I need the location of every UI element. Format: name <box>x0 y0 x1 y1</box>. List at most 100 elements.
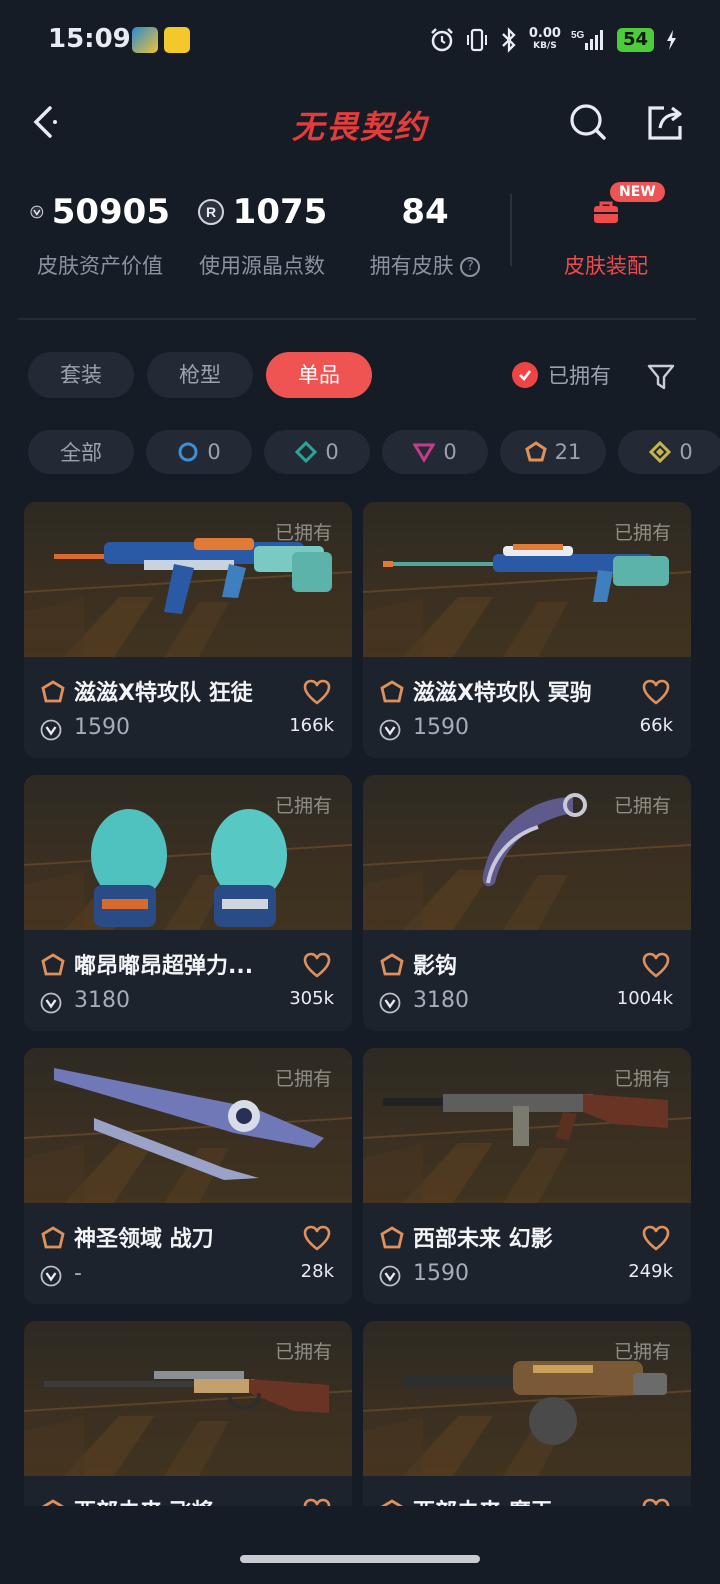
skin-name: 嘟昂嘟昂超弹力... <box>74 954 254 979</box>
radianite-points: 1075 <box>232 192 328 232</box>
tier-deluxe[interactable]: 0 <box>264 430 370 474</box>
home-indicator[interactable] <box>240 1555 480 1563</box>
exclusive-tier-icon <box>379 1225 405 1251</box>
asset-value: 50905 <box>51 192 170 232</box>
owned-skins-stat[interactable]: 84 拥有皮肤 ? <box>362 188 488 280</box>
skin-info: 神圣领域 战刀 - 28k <box>24 1203 352 1304</box>
deluxe-tier-icon <box>295 441 318 463</box>
category-tabs: 套装 枪型 单品 已拥有 <box>0 352 720 400</box>
owned-skins-count: 84 <box>401 192 449 232</box>
help-icon[interactable]: ? <box>460 257 481 277</box>
heart-icon[interactable] <box>641 677 671 707</box>
owned-skins-label: 拥有皮肤 ? <box>362 250 488 280</box>
page-title: 无畏契约 <box>291 108 428 146</box>
heart-icon[interactable] <box>302 950 332 980</box>
skin-name: 滋滋X特攻队 冥驹 <box>413 681 592 706</box>
app-notification-icon <box>132 27 158 53</box>
search-button[interactable] <box>566 100 610 144</box>
exclusive-tier-icon <box>40 679 66 705</box>
skin-price: 1590 <box>413 1261 469 1286</box>
owned-tag: 已拥有 <box>613 1068 671 1090</box>
tier-ultra[interactable]: 0 <box>618 430 720 474</box>
tab-suits[interactable]: 套装 <box>28 352 134 398</box>
filter-icon[interactable] <box>646 362 676 392</box>
skin-card[interactable]: 已拥有 影钩 3180 1004k <box>363 775 691 1031</box>
skin-image: 已拥有 <box>24 1321 352 1476</box>
tier-select-count: 0 <box>207 440 221 464</box>
valorant-points-icon <box>30 205 44 219</box>
skin-card[interactable]: 已拥有西部未来 魔王 <box>363 1321 691 1506</box>
skin-name: 西部未来 幻影 <box>413 1227 553 1252</box>
heart-icon[interactable] <box>641 1223 671 1253</box>
skin-card[interactable]: 已拥有 西部未来 幻影 1590 249k <box>363 1048 691 1304</box>
owned-skins-label-text: 拥有皮肤 <box>369 254 454 278</box>
tab-single-items[interactable]: 单品 <box>266 352 372 398</box>
valorant-points-icon <box>379 719 401 741</box>
valorant-points-icon <box>40 992 62 1014</box>
heart-icon[interactable] <box>302 1496 332 1506</box>
system-icons: 0.00 KB/S 5G 54 <box>429 24 678 56</box>
exclusive-tier-icon <box>379 952 405 978</box>
skin-likes: 66k <box>639 715 673 736</box>
asset-value-label: 皮肤资产价值 <box>37 254 163 278</box>
vibrate-icon <box>466 28 487 52</box>
skin-name: 影钩 <box>413 954 458 979</box>
tab-weapon-types[interactable]: 枪型 <box>147 352 253 398</box>
tier-exclusive[interactable]: 21 <box>500 430 606 474</box>
skin-image: 已拥有 <box>24 502 352 657</box>
skin-name: 滋滋X特攻队 狂徒 <box>74 681 253 706</box>
skin-name: 西部未来 飞将 <box>74 1494 296 1506</box>
owned-tag: 已拥有 <box>613 1341 671 1363</box>
exclusive-tier-icon <box>40 952 66 978</box>
status-time: 15:09 <box>48 24 131 54</box>
skin-card[interactable]: 已拥有嘟昂嘟昂超弹力... 3180 305k <box>24 775 352 1031</box>
skin-card[interactable]: 已拥有滋滋X特攻队 冥驹 1590 66k <box>363 502 691 758</box>
skin-likes: 305k <box>289 988 334 1009</box>
app-header: 无畏契约 <box>0 80 720 168</box>
skin-price: 3180 <box>413 988 469 1013</box>
skin-info: 西部未来 飞将 <box>24 1476 352 1506</box>
skin-name: 神圣领域 战刀 <box>74 1227 214 1252</box>
tier-ultra-count: 0 <box>679 440 693 464</box>
heart-icon[interactable] <box>641 1496 671 1506</box>
skin-image: 已拥有 <box>363 1321 691 1476</box>
battery-level: 54 <box>616 28 654 52</box>
check-icon <box>512 362 538 388</box>
owned-tag: 已拥有 <box>274 1341 332 1363</box>
svg-text:5G: 5G <box>571 30 585 41</box>
alarm-icon <box>430 28 453 52</box>
heart-icon[interactable] <box>641 950 671 980</box>
skin-price: 1590 <box>413 715 469 740</box>
signal-icon: 5G <box>571 30 603 50</box>
section-divider <box>18 318 696 320</box>
radianite-label: 使用源晶点数 <box>199 254 325 278</box>
skin-price: 1590 <box>74 715 130 740</box>
exclusive-tier-icon <box>379 679 405 705</box>
heart-icon[interactable] <box>302 1223 332 1253</box>
skin-likes: 28k <box>300 1261 334 1282</box>
charging-icon <box>667 30 676 50</box>
owned-filter-label: 已拥有 <box>548 364 611 388</box>
svg-text:R: R <box>206 204 216 220</box>
tier-premium-count: 0 <box>443 440 457 464</box>
heart-icon[interactable] <box>302 677 332 707</box>
skin-card[interactable]: 已拥有 神圣领域 战刀 - 28k <box>24 1048 352 1304</box>
status-bar: 15:09 0.00 KB/S 5G 54 <box>0 0 720 80</box>
tier-select[interactable]: 0 <box>146 430 252 474</box>
owned-filter-toggle[interactable]: 已拥有 <box>512 360 611 390</box>
tier-all[interactable]: 全部 <box>28 430 134 474</box>
owned-tag: 已拥有 <box>613 522 671 544</box>
skin-likes: 166k <box>289 715 334 736</box>
bluetooth-icon <box>502 27 516 53</box>
skin-price: 3180 <box>74 988 130 1013</box>
share-button[interactable] <box>644 100 688 144</box>
skin-card[interactable]: 已拥有西部未来 飞将 <box>24 1321 352 1506</box>
tier-premium[interactable]: 0 <box>382 430 488 474</box>
skin-image: 已拥有 <box>24 775 352 930</box>
net-speed: 0.00 KB/S <box>529 27 561 52</box>
skin-loadout-label: 皮肤装配 <box>564 254 648 278</box>
premium-tier-icon <box>413 443 436 463</box>
valorant-points-icon <box>379 992 401 1014</box>
skin-card[interactable]: 已拥有滋滋X特攻队 狂徒 1590 166k <box>24 502 352 758</box>
skin-name: 西部未来 魔王 <box>413 1494 635 1506</box>
